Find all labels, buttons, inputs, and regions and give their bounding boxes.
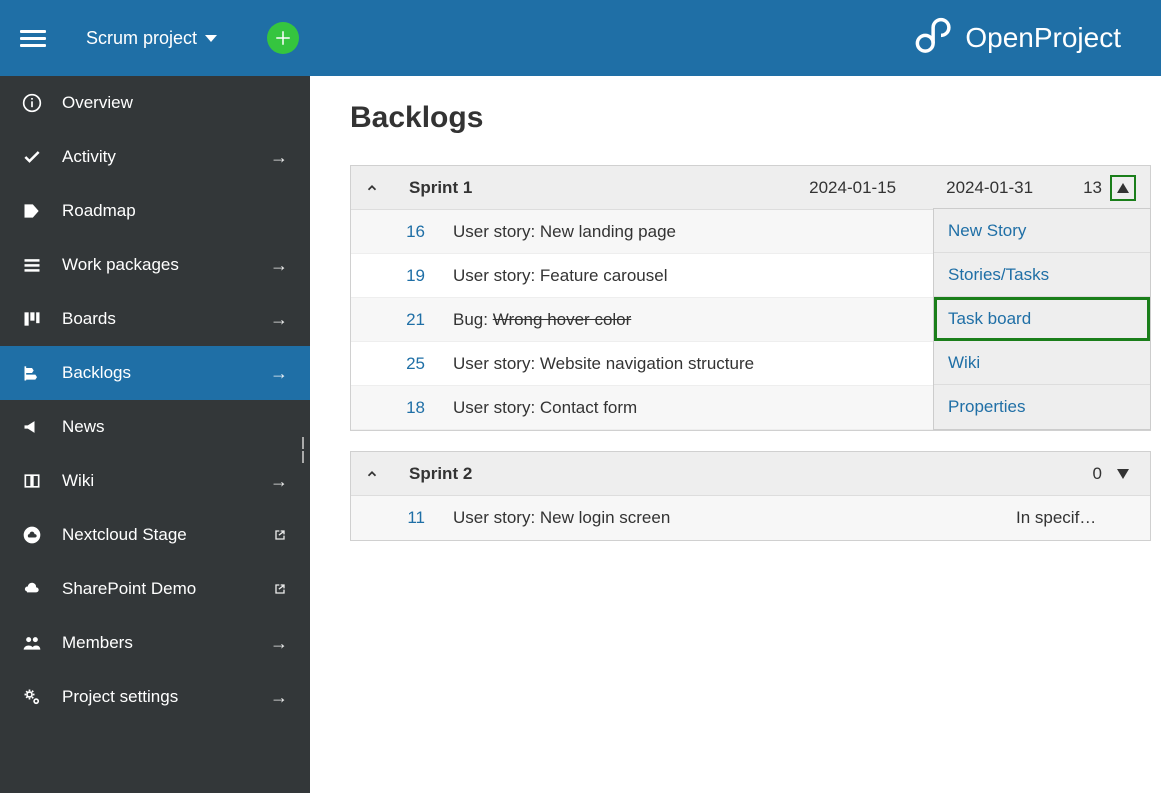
sidebar-item-roadmap[interactable]: Roadmap: [0, 184, 310, 238]
external-link-icon: [272, 581, 288, 597]
sidebar-item-members[interactable]: Members→: [0, 616, 310, 670]
sidebar-item-label: News: [62, 417, 288, 437]
dropdown-item-new-story[interactable]: New Story: [934, 209, 1150, 253]
sprint: Sprint 2011User story: New login screenI…: [350, 451, 1151, 541]
backlog-item-id[interactable]: 18: [365, 398, 453, 418]
collapse-toggle[interactable]: [365, 467, 379, 481]
board-icon: [22, 309, 46, 329]
sprint-header: Sprint 12024-01-15 2024-01-31 13: [351, 166, 1150, 210]
sprint-dropdown: New StoryStories/TasksTask boardWikiProp…: [933, 208, 1151, 430]
megaphone-icon: [22, 417, 46, 437]
arrow-right-icon: →: [270, 471, 288, 492]
backlog-item-id[interactable]: 21: [365, 310, 453, 330]
brand-text: OpenProject: [965, 22, 1121, 54]
sidebar-item-label: Wiki: [62, 471, 270, 491]
sprint-menu-toggle[interactable]: [1110, 175, 1136, 201]
plus-icon: [274, 29, 292, 47]
arrow-right-icon: →: [270, 309, 288, 330]
sidebar-item-label: Project settings: [62, 687, 270, 707]
sidebar-resize-handle[interactable]: [302, 435, 308, 465]
sidebar-item-label: Activity: [62, 147, 270, 167]
check-icon: [22, 147, 46, 167]
sidebar-item-activity[interactable]: Activity→: [0, 130, 310, 184]
dropdown-item-wiki[interactable]: Wiki: [934, 341, 1150, 385]
sidebar-item-label: Overview: [62, 93, 288, 113]
sprint-header: Sprint 20: [351, 452, 1150, 496]
sprint-name[interactable]: Sprint 2: [409, 464, 1093, 484]
backlog-item-row[interactable]: 11User story: New login screenIn specif…: [351, 496, 1150, 540]
backlog-item-id[interactable]: 16: [365, 222, 453, 242]
sidebar: OverviewActivity→RoadmapWork packages→Bo…: [0, 76, 310, 793]
backlog-icon: [22, 363, 46, 383]
backlog-item-title: User story: New login screen: [453, 508, 1016, 528]
sidebar-item-label: Nextcloud Stage: [62, 525, 272, 545]
top-bar: Scrum project OpenProject: [0, 0, 1161, 76]
sidebar-item-news[interactable]: News: [0, 400, 310, 454]
backlog-item-id[interactable]: 19: [365, 266, 453, 286]
sidebar-item-sharepoint-demo[interactable]: SharePoint Demo: [0, 562, 310, 616]
list-icon: [22, 255, 46, 275]
backlog-item-status: In specif…: [1016, 508, 1136, 528]
brand-logo: OpenProject: [913, 17, 1121, 59]
sidebar-item-label: Roadmap: [62, 201, 288, 221]
gears-icon: [22, 687, 46, 707]
sidebar-item-boards[interactable]: Boards→: [0, 292, 310, 346]
backlog-item-id[interactable]: 25: [365, 354, 453, 374]
sidebar-item-work-packages[interactable]: Work packages→: [0, 238, 310, 292]
main-content: Backlogs Sprint 12024-01-15 2024-01-31 13 1…: [310, 76, 1161, 793]
sidebar-item-label: Work packages: [62, 255, 270, 275]
sprint-points: 0: [1093, 464, 1102, 484]
add-button[interactable]: [267, 22, 299, 54]
sidebar-item-overview[interactable]: Overview: [0, 76, 310, 130]
project-name: Scrum project: [86, 28, 197, 49]
backlog-item-title: User story: New landing page: [453, 222, 1016, 242]
info-icon: [22, 93, 46, 113]
cloud-circle-icon: [22, 525, 46, 545]
sidebar-item-wiki[interactable]: Wiki→: [0, 454, 310, 508]
dropdown-item-properties[interactable]: Properties: [934, 385, 1150, 429]
sprint-end-date: 2024-01-31: [946, 178, 1033, 198]
sprint-start-date: 2024-01-15: [809, 178, 896, 198]
sidebar-item-label: Boards: [62, 309, 270, 329]
backlog-item-title: Bug: Wrong hover color: [453, 310, 1016, 330]
main-menu-toggle[interactable]: [20, 25, 46, 51]
arrow-right-icon: →: [270, 255, 288, 276]
sidebar-item-label: Backlogs: [62, 363, 270, 383]
backlog-item-title: User story: Feature carousel: [453, 266, 1016, 286]
backlog-item-title: User story: Contact form: [453, 398, 1016, 418]
arrow-right-icon: →: [270, 633, 288, 654]
sidebar-item-label: SharePoint Demo: [62, 579, 272, 599]
openproject-icon: [913, 17, 955, 59]
sprint-points: 13: [1083, 178, 1102, 198]
sprint-menu-toggle[interactable]: [1110, 461, 1136, 487]
external-link-icon: [272, 527, 288, 543]
tag-icon: [22, 201, 46, 221]
arrow-right-icon: →: [270, 363, 288, 384]
book-icon: [22, 471, 46, 491]
sidebar-item-backlogs[interactable]: Backlogs→: [0, 346, 310, 400]
cloud-icon: [22, 579, 46, 599]
backlog-item-id[interactable]: 11: [365, 508, 453, 528]
collapse-toggle[interactable]: [365, 181, 379, 195]
sidebar-item-label: Members: [62, 633, 270, 653]
sidebar-item-project-settings[interactable]: Project settings→: [0, 670, 310, 724]
caret-down-icon: [205, 35, 217, 42]
arrow-right-icon: →: [270, 687, 288, 708]
page-title: Backlogs: [350, 101, 1151, 135]
sidebar-item-nextcloud-stage[interactable]: Nextcloud Stage: [0, 508, 310, 562]
sprint: Sprint 12024-01-152024-01-311316User sto…: [350, 165, 1151, 431]
arrow-right-icon: →: [270, 147, 288, 168]
dropdown-item-task-board[interactable]: Task board: [934, 297, 1150, 341]
backlog-item-title: User story: Website navigation structure: [453, 354, 1016, 374]
dropdown-item-stories-tasks[interactable]: Stories/Tasks: [934, 253, 1150, 297]
sprint-name[interactable]: Sprint 1: [409, 178, 809, 198]
people-icon: [22, 633, 46, 653]
project-selector[interactable]: Scrum project: [86, 28, 217, 49]
